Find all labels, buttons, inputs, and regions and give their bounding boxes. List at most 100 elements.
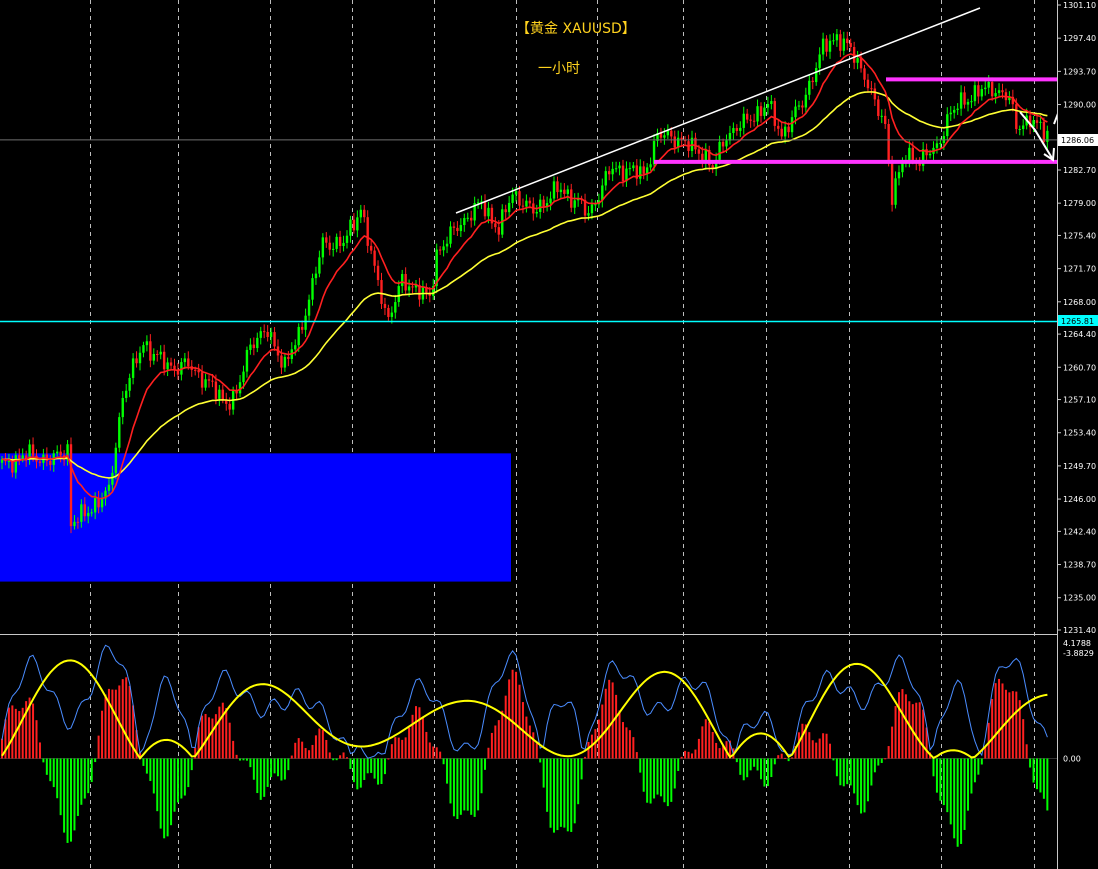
histogram-bar	[494, 725, 497, 759]
candle-body	[880, 115, 883, 117]
candle-body	[818, 54, 821, 69]
candle-body	[890, 160, 894, 205]
histogram-bar	[659, 758, 662, 797]
histogram-bar	[11, 705, 14, 759]
candle-body	[542, 199, 545, 207]
candle-body	[218, 389, 221, 399]
candle-body	[162, 351, 166, 370]
histogram-bar	[190, 758, 193, 771]
candle-body	[7, 461, 11, 463]
histogram-bar	[860, 758, 863, 814]
candle-body	[511, 194, 514, 203]
candle-body	[673, 136, 676, 148]
histogram-bar	[649, 758, 652, 804]
candle-body	[756, 106, 759, 122]
histogram-bar	[121, 679, 124, 759]
histogram-bar	[570, 758, 573, 832]
histogram-bar	[156, 758, 159, 812]
candle-body	[535, 211, 538, 214]
histogram-bar	[515, 671, 518, 759]
histogram-bar	[349, 758, 352, 770]
candle-body	[842, 38, 845, 51]
histogram-bar	[563, 758, 566, 828]
histogram-bar	[439, 751, 442, 759]
candle-body	[111, 472, 114, 485]
histogram-bar	[532, 732, 535, 759]
histogram-bar	[942, 758, 945, 806]
histogram-bar	[249, 758, 252, 768]
candle-body	[242, 371, 245, 383]
price-tick-label: 1301.10	[1063, 1, 1096, 10]
histogram-bar	[863, 758, 866, 813]
candle-body	[335, 236, 338, 249]
candle-body	[956, 108, 959, 110]
histogram-bar	[991, 698, 994, 759]
candle-body	[611, 168, 614, 175]
histogram-bar	[587, 742, 590, 759]
candle-body	[152, 353, 155, 361]
histogram-bar	[428, 742, 431, 759]
candle-body	[770, 101, 773, 105]
candle-body	[297, 326, 300, 346]
price-chart[interactable]: 1301.101297.401293.701290.001286.401282.…	[0, 0, 1098, 869]
candle-body	[14, 455, 17, 473]
histogram-bar	[442, 758, 445, 765]
candle-body	[573, 200, 576, 208]
histogram-bar	[884, 758, 887, 760]
histogram-bar	[94, 758, 97, 763]
histogram-bar	[1032, 758, 1035, 783]
macd-tick-label: 0.00	[1063, 755, 1081, 764]
candle-body	[194, 369, 197, 371]
candle-body	[801, 105, 804, 108]
chart-background	[0, 0, 1098, 869]
candle-body	[746, 113, 749, 120]
histogram-bar	[673, 758, 676, 789]
candle-body	[811, 80, 814, 83]
candle-body	[369, 245, 373, 251]
candle-body	[835, 34, 839, 41]
histogram-bar	[1036, 758, 1038, 790]
candle-body	[21, 455, 24, 459]
candle-body	[856, 58, 859, 63]
candle-body	[1039, 121, 1042, 123]
candle-body	[463, 218, 466, 226]
histogram-bar	[946, 758, 949, 813]
candle-body	[970, 101, 973, 103]
candle-body	[628, 168, 632, 170]
histogram-bar	[111, 689, 114, 759]
candle-body	[376, 265, 380, 281]
histogram-bar	[977, 758, 980, 775]
histogram-bar	[677, 758, 680, 771]
histogram-bar	[415, 706, 417, 759]
histogram-bar	[273, 758, 276, 774]
histogram-bar	[480, 758, 483, 794]
histogram-bar	[711, 731, 714, 759]
histogram-bar	[584, 756, 587, 759]
candle-body	[870, 88, 873, 90]
candle-body	[953, 109, 956, 113]
candle-body	[314, 273, 318, 279]
candle-body	[721, 141, 725, 147]
candle-body	[594, 204, 597, 206]
histogram-bar	[784, 757, 787, 759]
histogram-bar	[290, 755, 293, 759]
candle-body	[328, 242, 331, 250]
candle-body	[928, 153, 932, 156]
candle-body	[118, 417, 121, 448]
candle-body	[1018, 129, 1021, 131]
histogram-bar	[176, 758, 179, 803]
candle-body	[73, 521, 76, 527]
histogram-bar	[18, 711, 21, 759]
candle-body	[984, 87, 987, 90]
candle-body	[283, 356, 287, 368]
candle-body	[442, 246, 445, 251]
histogram-bar	[753, 758, 756, 767]
candle-body	[832, 40, 835, 42]
histogram-bar	[973, 758, 976, 783]
histogram-bar	[173, 758, 176, 812]
candle-body	[466, 217, 469, 219]
histogram-bar	[490, 732, 493, 759]
candle-body	[794, 106, 797, 118]
timeframe-label: 一小时	[538, 61, 580, 77]
histogram-bar	[383, 758, 386, 775]
